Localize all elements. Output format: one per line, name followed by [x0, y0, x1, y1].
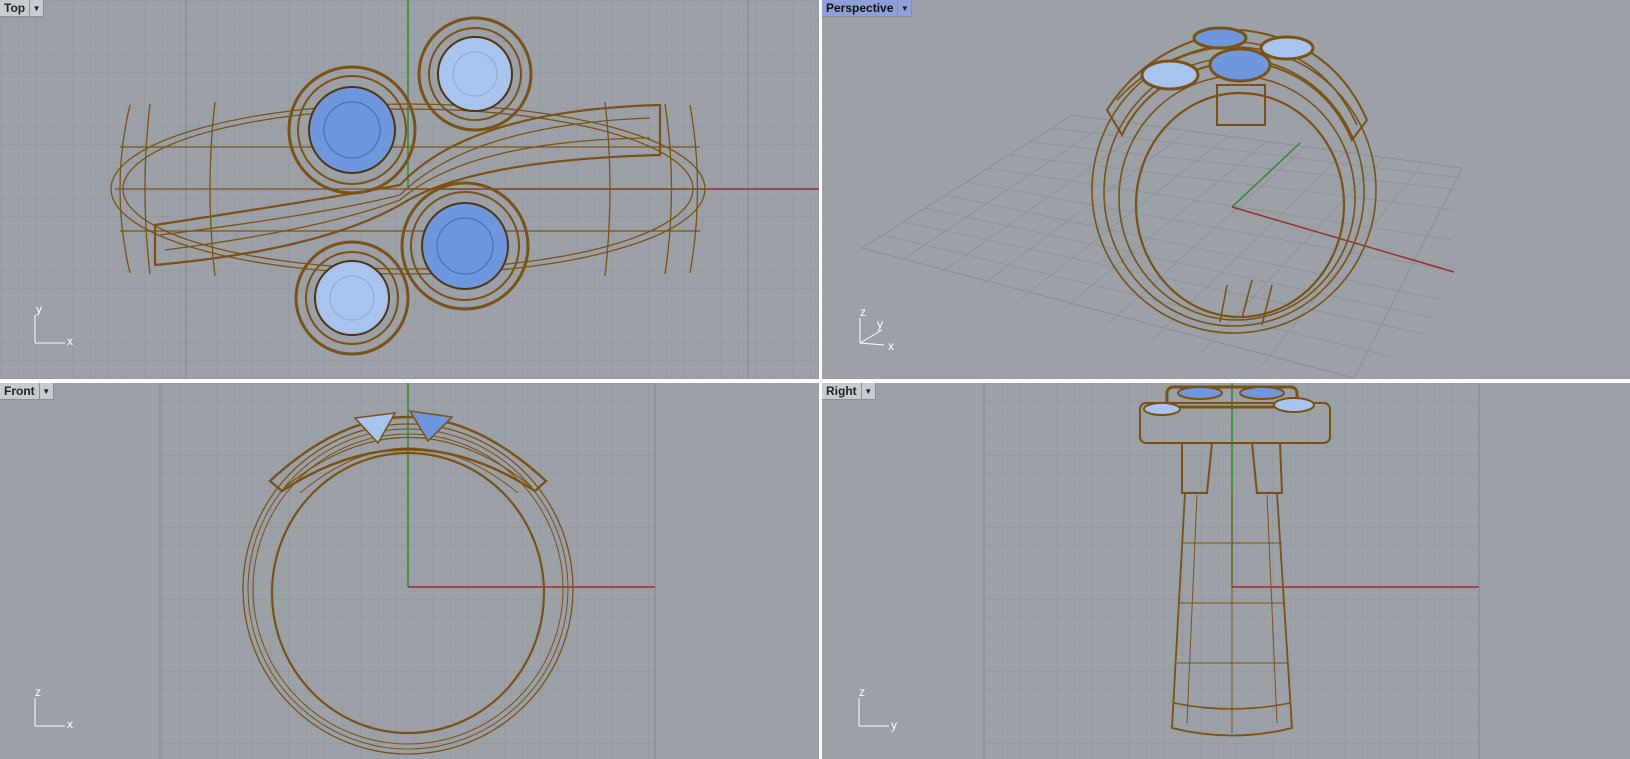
top-axis-h-label: x: [67, 334, 73, 348]
right-view-canvas[interactable]: z y: [822, 383, 1630, 759]
triangle-down-icon[interactable]: ▼: [897, 0, 911, 16]
viewport-label-right[interactable]: Right ▼: [822, 383, 876, 400]
triangle-down-icon[interactable]: ▼: [38, 383, 53, 399]
viewport-title-perspective: Perspective: [826, 1, 894, 15]
triangle-down-icon[interactable]: ▼: [29, 0, 43, 16]
viewport-right[interactable]: z y Right ▼: [822, 383, 1630, 759]
top-view-canvas[interactable]: y x: [0, 0, 819, 379]
viewport-label-front[interactable]: Front ▼: [0, 383, 54, 400]
front-axis-h-label: x: [67, 717, 73, 731]
perspective-axis-z-label: z: [860, 305, 866, 319]
triangle-down-icon[interactable]: ▼: [860, 383, 875, 399]
perspective-y-axis: [1231, 142, 1301, 208]
viewport-title-front: Front: [4, 384, 35, 398]
perspective-view-canvas[interactable]: z y x: [822, 0, 1630, 379]
right-axis-indicator: z y: [858, 685, 897, 732]
perspective-gems: [1140, 26, 1315, 126]
viewport-label-top[interactable]: Top ▼: [0, 0, 45, 17]
perspective-axis-x-label: x: [888, 339, 894, 353]
perspective-axis-y-label: y: [877, 317, 883, 331]
viewport-title-right: Right: [826, 384, 857, 398]
viewport-front[interactable]: z x Front ▼: [0, 383, 819, 759]
front-axis-v-label: z: [35, 685, 41, 699]
viewport-top[interactable]: y x Top ▼: [0, 0, 819, 379]
perspective-axis-indicator: z y x: [859, 305, 894, 353]
viewport-title-top: Top: [4, 1, 26, 15]
front-view-canvas[interactable]: z x: [0, 383, 819, 759]
right-axis-h-label: y: [891, 718, 897, 732]
right-axis-v-label: z: [859, 685, 865, 699]
front-axis-indicator: z x: [34, 685, 73, 731]
viewport-perspective[interactable]: z y x Perspective ▼: [822, 0, 1630, 379]
viewport-label-perspective[interactable]: Perspective ▼: [822, 0, 913, 17]
top-axis-v-label: y: [36, 302, 42, 316]
